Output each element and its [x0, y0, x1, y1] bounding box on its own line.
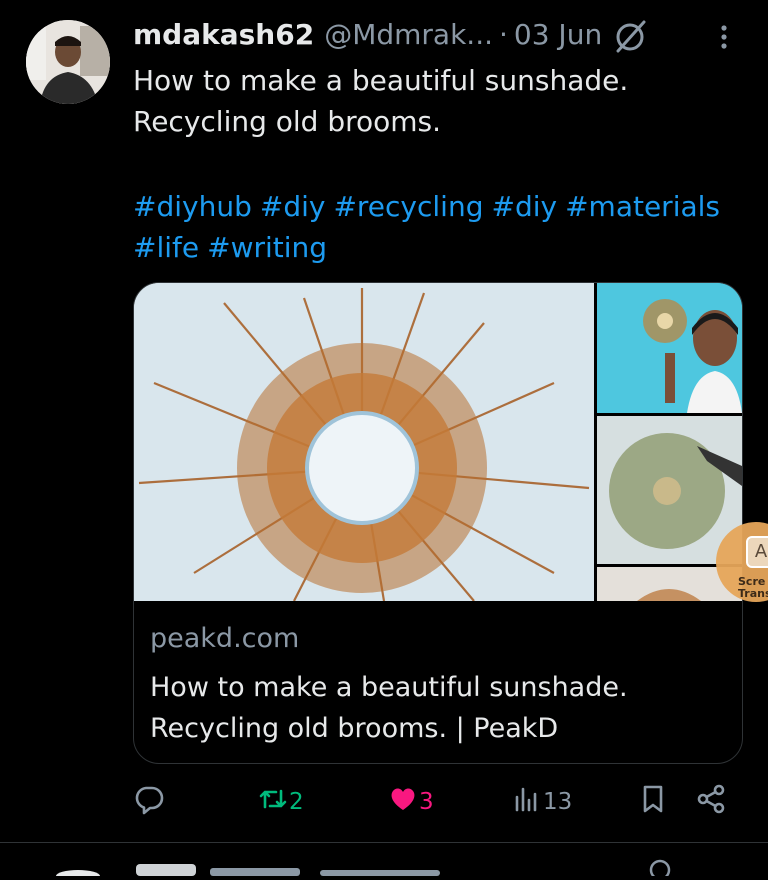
- hashtags: #diyhub #diy #recycling #diy #materials #lif…: [133, 186, 743, 268]
- translate-label: Scre Trans: [738, 576, 768, 600]
- retweet-count: 2: [289, 789, 304, 815]
- share-icon: [695, 783, 727, 821]
- separator: ·: [499, 17, 508, 51]
- card-title-line: Recycling old brooms. | PeakD: [150, 713, 559, 744]
- hashtag-link[interactable]: #recycling: [333, 190, 483, 223]
- avatar[interactable]: [26, 20, 110, 104]
- translate-icon: A: [746, 536, 768, 568]
- user-handle[interactable]: @Mdmrak...: [324, 18, 493, 51]
- post-header: mdakash62 @Mdmrak... · 03 Jun: [133, 14, 602, 54]
- post-divider: [0, 842, 768, 843]
- share-button[interactable]: [695, 782, 727, 822]
- bookmark-icon: [637, 783, 669, 821]
- translate-label-line: Trans: [738, 587, 768, 600]
- hashtag-link[interactable]: #writing: [207, 231, 327, 264]
- views-icon: [511, 783, 543, 821]
- bookmark-button[interactable]: [637, 782, 669, 822]
- hashtag-link[interactable]: #diyhub: [133, 190, 252, 223]
- views-count: 13: [543, 789, 573, 815]
- post-text-line: How to make a beautiful sunshade.: [133, 64, 629, 97]
- card-title-line: How to make a beautiful sunshade.: [150, 672, 628, 703]
- post-text-line: Recycling old brooms.: [133, 105, 442, 138]
- hashtag-link[interactable]: #life: [133, 231, 199, 264]
- hashtag-link[interactable]: #materials: [565, 190, 720, 223]
- display-name[interactable]: mdakash62: [133, 18, 314, 51]
- hashtag-link[interactable]: #diy: [491, 190, 557, 223]
- reply-icon: [133, 783, 165, 821]
- retweet-button[interactable]: 2: [257, 782, 304, 822]
- more-icon[interactable]: [712, 20, 736, 54]
- next-post-preview: [50, 856, 690, 880]
- views-button[interactable]: 13: [511, 782, 572, 822]
- link-card[interactable]: peakd.com How to make a beautiful sunsha…: [133, 282, 743, 764]
- card-title: How to make a beautiful sunshade. Recycl…: [150, 667, 730, 749]
- retweet-icon: [257, 783, 289, 821]
- action-bar: 2 3 13: [133, 782, 743, 822]
- post-text: How to make a beautiful sunshade. Recycl…: [133, 60, 743, 142]
- card-thumbnail-image: [597, 283, 742, 413]
- post-date[interactable]: 03 Jun: [514, 18, 602, 51]
- reply-button[interactable]: [133, 782, 165, 822]
- card-main-image: [134, 283, 594, 602]
- hashtag-link[interactable]: #diy: [260, 190, 326, 223]
- card-domain: peakd.com: [150, 623, 300, 654]
- like-button[interactable]: 3: [387, 782, 434, 822]
- grok-icon[interactable]: [610, 16, 650, 56]
- heart-icon: [387, 783, 419, 821]
- like-count: 3: [419, 789, 434, 815]
